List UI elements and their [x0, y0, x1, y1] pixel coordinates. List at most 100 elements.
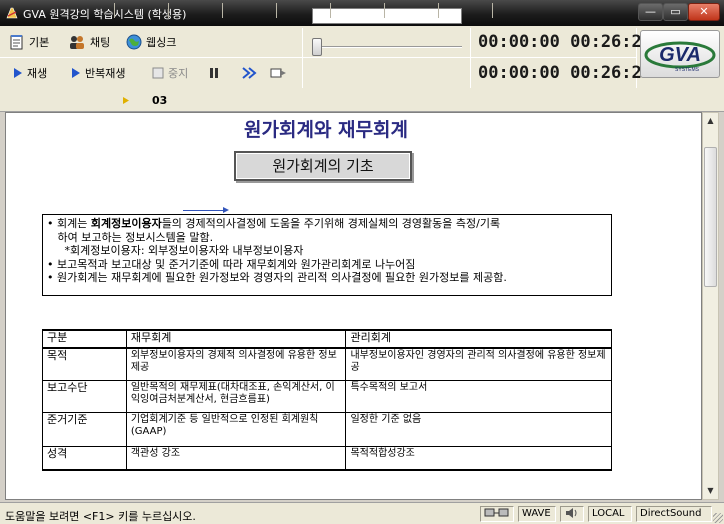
chapter-marker-icon[interactable]: [122, 96, 130, 105]
globe-icon: [126, 34, 142, 50]
scroll-thumb[interactable]: [704, 147, 717, 287]
status-local: LOCAL: [588, 506, 632, 522]
stop-icon: [152, 67, 164, 79]
stop-button[interactable]: 중지: [152, 61, 188, 85]
export-button[interactable]: [270, 61, 288, 85]
table-row: 보고수단 일반목적의 재무제표(대차대조표, 손익계산서, 이익잉여금처분계산서…: [42, 379, 612, 413]
toolbar-divider: [0, 57, 302, 58]
maximize-button[interactable]: ▭: [663, 3, 688, 21]
repeat-play-icon: [72, 68, 80, 78]
table-cell: 성격: [42, 445, 127, 471]
notepad-icon: [10, 35, 23, 50]
chat-label: 채팅: [90, 36, 111, 49]
status-help-text: 도움말을 보려면 <F1> 키를 누르십시오.: [5, 510, 196, 523]
close-button[interactable]: ✕: [688, 3, 720, 21]
comparison-table: 구분 재무회계 관리회계 목적 외부정보이용자의 경제적 의사결정에 유용한 정…: [42, 329, 612, 471]
seek-slider-thumb[interactable]: [312, 38, 322, 56]
table-header-cell: 관리회계: [345, 329, 612, 349]
table-cell: 기업회계기준 등 일반적으로 인정된 회계원칙(GAAP): [125, 411, 347, 447]
table-cell: 객관성 강조: [125, 445, 347, 471]
chapter-cell-divider: [492, 3, 493, 18]
table-header-row: 구분 재무회계 관리회계: [42, 329, 612, 349]
table-cell: 준거기준: [42, 411, 127, 447]
chat-button[interactable]: 채팅: [68, 30, 110, 54]
status-bar: 도움말을 보려면 <F1> 키를 누르십시오. WAVE LOCAL Direc…: [0, 502, 724, 524]
basic-button[interactable]: 기본: [9, 30, 49, 54]
chapter-cell-divider: [222, 3, 223, 18]
resize-grip-icon[interactable]: [713, 513, 723, 523]
chapter-cell-divider: [168, 3, 169, 18]
desc-line-2: 하여 보고하는 정보시스템을 말함.: [47, 230, 214, 244]
chapter-number[interactable]: 03: [152, 94, 167, 107]
table-cell: 일반목적의 재무제표(대차대조표, 손익계산서, 이익잉여금처분계산서, 현금흐…: [125, 379, 347, 413]
chapter-bar: [0, 90, 724, 110]
vertical-scrollbar[interactable]: ▲ ▼: [702, 112, 719, 500]
pause-icon: [210, 68, 218, 78]
toolbar-divider: [302, 57, 636, 58]
arrow-decoration: [183, 207, 229, 213]
table-header-cell: 구분: [42, 329, 127, 349]
scroll-down-icon[interactable]: ▼: [703, 483, 718, 499]
weblink-label: 웹싱크: [146, 36, 177, 49]
repeat-play-label: 반복재생: [85, 67, 126, 80]
basic-label: 기본: [29, 36, 50, 49]
timer-display-bottom: 00:00:00 00:26:25: [478, 63, 652, 83]
app-icon: [6, 7, 18, 19]
table-cell: 목적: [42, 347, 127, 381]
speaker-icon: [566, 508, 577, 518]
repeat-play-button[interactable]: 반복재생: [71, 61, 125, 85]
gva-logo-graphic: GVA SYSTEMS: [644, 41, 716, 73]
chapter-cell-divider: [276, 3, 277, 18]
export-icon: [270, 68, 286, 78]
play-label: 재생: [27, 67, 48, 80]
table-cell: 일정한 기준 없음: [345, 411, 612, 447]
lesson-content: 원가회계와 재무회계 원가회계의 기초 • 회계는 회계정보이용자들의 경제적의…: [5, 112, 702, 500]
desc-line-1: • 회계는 회계정보이용자들의 경제적의사결정에 도움을 주기위해 경제실체의 …: [47, 217, 607, 231]
play-button[interactable]: 재생: [13, 61, 47, 85]
minimize-button[interactable]: —: [638, 3, 663, 21]
desc-line-1-suffix: 들의 경제적의사결정에 도움을 주기위해 경제실체의 경영활동을 측정/기록: [161, 217, 501, 230]
table-header-cell: 재무회계: [125, 329, 347, 349]
table-cell: 외부정보이용자의 경제적 의사결정에 유용한 정보제공: [125, 347, 347, 381]
table-row: 준거기준 기업회계기준 등 일반적으로 인정된 회계원칙(GAAP) 일정한 기…: [42, 411, 612, 447]
toolbar-divider: [470, 28, 471, 88]
chapter-cell-divider: [114, 3, 115, 18]
gva-logo: GVA SYSTEMS: [640, 30, 720, 78]
timer-display-top: 00:00:00 00:26:25: [478, 32, 652, 52]
status-speaker-cell: [560, 506, 584, 522]
fast-forward-button[interactable]: [242, 61, 258, 85]
desc-line-3: *회계정보이용자: 외부정보이용자와 내부정보이용자: [47, 244, 304, 258]
lesson-description-box: • 회계는 회계정보이용자들의 경제적의사결정에 도움을 주기위해 경제실체의 …: [42, 214, 612, 296]
toolbar-divider: [302, 28, 303, 88]
network-icon: [484, 508, 509, 517]
table-cell: 보고수단: [42, 379, 127, 413]
desc-line-1-bold: 회계정보이용자: [90, 217, 162, 230]
status-directsound: DirectSound: [636, 506, 712, 522]
status-network-cell: [480, 506, 514, 522]
lesson-title: 원가회계와 재무회계: [244, 119, 408, 141]
table-row: 성격 객관성 강조 목적적합성강조: [42, 445, 612, 471]
play-icon: [14, 68, 22, 78]
desc-line-5: • 원가회계는 재무회계에 필요한 원가정보와 경영자의 관리적 의사결정에 필…: [47, 271, 507, 285]
seek-slider-track[interactable]: [322, 46, 462, 48]
table-row: 목적 외부정보이용자의 경제적 의사결정에 유용한 정보제공 내부정보이용자인 …: [42, 347, 612, 381]
weblink-button[interactable]: 웹싱크: [126, 30, 176, 54]
status-wave: WAVE: [518, 506, 556, 522]
chat-users-icon: [70, 36, 84, 49]
scroll-up-icon[interactable]: ▲: [703, 113, 718, 129]
table-cell: 특수목적의 보고서: [345, 379, 612, 413]
lesson-subtitle: 원가회계의 기초: [234, 151, 412, 181]
logo-sub-text: SYSTEMS: [675, 67, 700, 73]
chapter-cell-divider: [438, 3, 439, 18]
progress-bar: [312, 8, 462, 24]
table-cell: 목적적합성강조: [345, 445, 612, 471]
desc-line-1-prefix: • 회계는: [47, 217, 91, 230]
stop-label: 중지: [168, 67, 189, 80]
table-cell: 내부정보이용자인 경영자의 관리적 의사결정에 유용한 정보제공: [345, 347, 612, 381]
pause-button[interactable]: [208, 61, 220, 85]
logo-text: GVA: [659, 44, 701, 66]
chapter-cell-divider: [330, 3, 331, 18]
fast-forward-icon: [242, 67, 257, 79]
desc-line-4: • 보고목적과 보고대상 및 준거기준에 따라 재무회계와 원가관리회계로 나누…: [47, 257, 416, 271]
window-title: GVA 원격강의 학습시스템 (학생용): [23, 8, 187, 21]
